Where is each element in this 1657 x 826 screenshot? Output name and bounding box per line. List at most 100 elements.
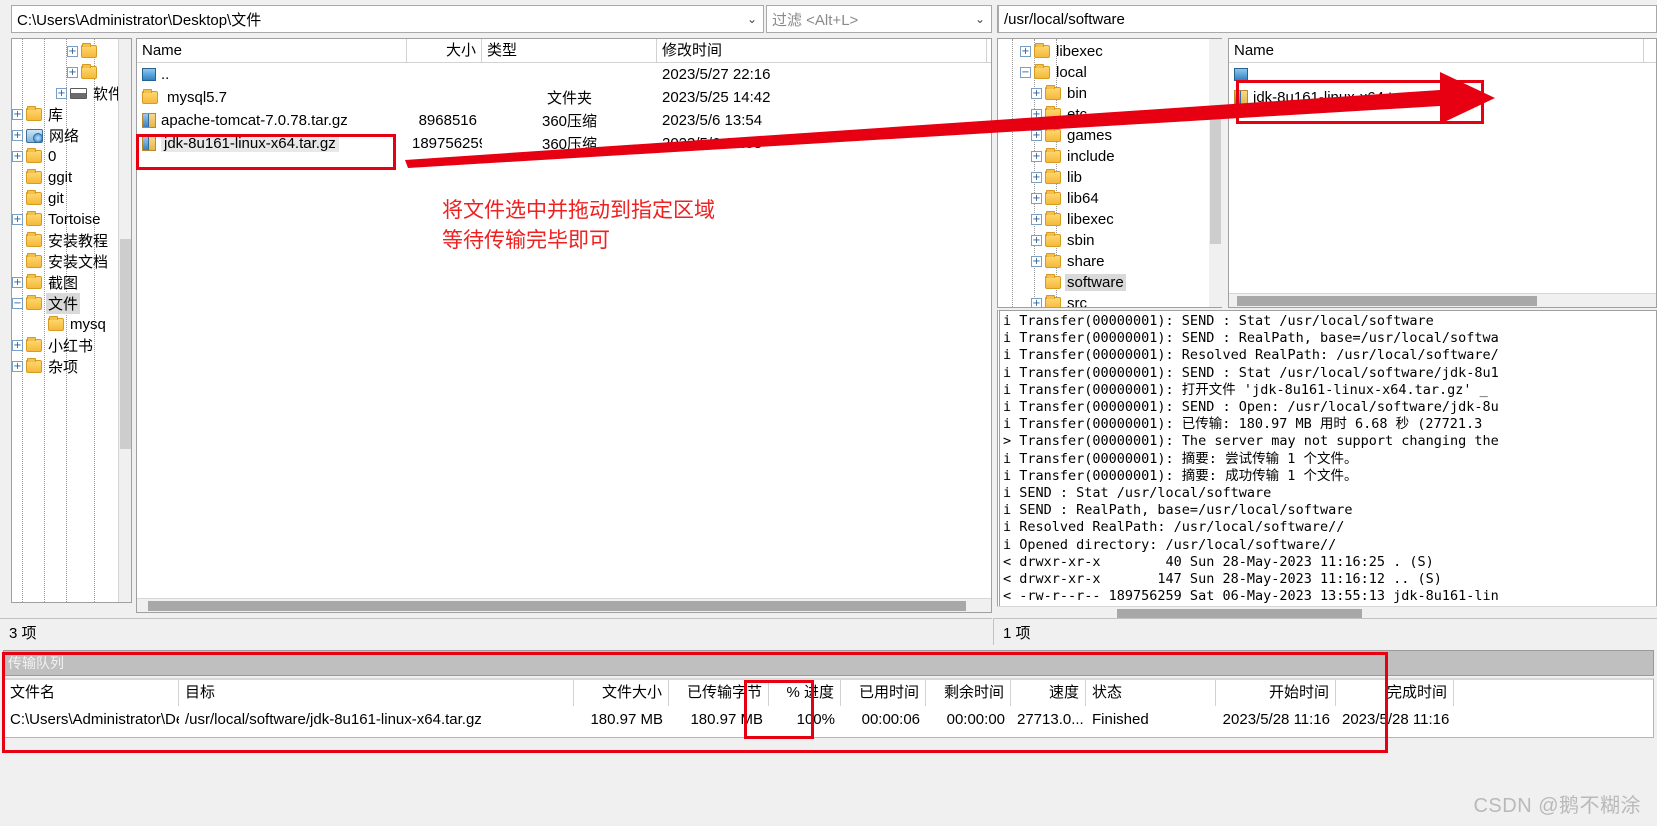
tree-item-软件 ([interactable]: + 软件 ( bbox=[12, 83, 131, 104]
expand-icon[interactable]: + bbox=[1031, 109, 1042, 120]
table-row[interactable]: .. 2023/5/27 22:16 bbox=[137, 63, 991, 86]
file-name-cell[interactable]: jdk-8u161-linux-x64.tar.gz bbox=[1229, 89, 1644, 106]
queue-column-header-状态[interactable]: 状态 bbox=[1086, 680, 1216, 706]
filter-input[interactable]: 过滤 <Alt+L> ⌄ bbox=[766, 5, 992, 33]
expand-icon[interactable]: + bbox=[1031, 256, 1042, 267]
queue-column-header-开始时间[interactable]: 开始时间 bbox=[1216, 680, 1336, 706]
tree-item-git[interactable]: git bbox=[12, 188, 131, 209]
tree-item-安装文档[interactable]: 安装文档 bbox=[12, 251, 131, 272]
expand-icon[interactable]: + bbox=[67, 67, 78, 78]
column-header-修改时间[interactable]: 修改时间 bbox=[657, 38, 987, 63]
expand-icon[interactable]: + bbox=[12, 109, 23, 120]
column-header-类型[interactable]: 类型 bbox=[482, 38, 657, 63]
remote-list-horizontal-scrollbar[interactable] bbox=[1229, 293, 1656, 307]
local-path-input[interactable]: C:\Users\Administrator\Desktop\文件 ⌄ bbox=[11, 5, 764, 33]
queue-column-header-剩余时间[interactable]: 剩余时间 bbox=[926, 680, 1011, 706]
table-row[interactable]: apache-tomcat-7.0.78.tar.gz 8968516 360压缩 2… bbox=[137, 109, 991, 132]
tree-item-node-1[interactable]: + bbox=[12, 62, 131, 83]
tree-item-杂项[interactable]: + 杂项 bbox=[12, 356, 131, 377]
chevron-down-icon[interactable]: ⌄ bbox=[969, 12, 991, 26]
local-file-list-body[interactable]: .. 2023/5/27 22:16 mysql5.7 文件夹 2023/5/25 14… bbox=[137, 63, 991, 155]
expand-icon[interactable]: + bbox=[12, 214, 23, 225]
file-name-cell[interactable]: apache-tomcat-7.0.78.tar.gz bbox=[137, 112, 407, 129]
tree-item-Tortoise[interactable]: + Tortoise bbox=[12, 209, 131, 230]
expand-icon[interactable]: + bbox=[1031, 235, 1042, 246]
remote-tree-item-libexec[interactable]: + libexec bbox=[998, 209, 1222, 230]
file-name-cell[interactable]: mysql5.7 bbox=[137, 89, 407, 106]
tree-item-mysq[interactable]: mysq bbox=[12, 314, 131, 335]
remote-file-list[interactable]: Name jdk-8u161-linux-x64.tar.gz bbox=[1228, 38, 1657, 308]
tree-item-库[interactable]: + 库 bbox=[12, 104, 131, 125]
queue-row[interactable]: C:\Users\Administrator\De... /usr/local/s… bbox=[4, 706, 1653, 732]
queue-column-header-已传输字节[interactable]: 已传输字节 bbox=[669, 680, 769, 706]
table-row[interactable] bbox=[1229, 63, 1656, 86]
remote-tree-item-games[interactable]: + games bbox=[998, 125, 1222, 146]
expand-icon[interactable]: + bbox=[56, 88, 67, 99]
scrollbar-thumb[interactable] bbox=[1237, 296, 1537, 306]
scrollbar-thumb[interactable] bbox=[148, 601, 966, 611]
tree-item-node-0[interactable]: + bbox=[12, 41, 131, 62]
expand-icon[interactable]: + bbox=[12, 130, 23, 141]
remote-path-input[interactable]: /usr/local/software bbox=[997, 5, 1657, 33]
local-file-list[interactable]: Name 大小 类型 修改时间 .. 2023/5/27 22:16 mysql5.7 文件… bbox=[136, 38, 992, 613]
column-header-大小[interactable]: 大小 bbox=[407, 38, 482, 63]
file-name-cell[interactable]: jdk-8u161-linux-x64.tar.gz bbox=[137, 135, 407, 152]
tree-item-小红书[interactable]: + 小红书 bbox=[12, 335, 131, 356]
expand-icon[interactable]: + bbox=[1031, 298, 1042, 307]
queue-column-header-速度[interactable]: 速度 bbox=[1011, 680, 1086, 706]
queue-column-header-文件名[interactable]: 文件名 bbox=[4, 680, 179, 706]
remote-tree-item-src[interactable]: + src bbox=[998, 293, 1222, 307]
tree-item-0[interactable]: +0 bbox=[12, 146, 131, 167]
collapse-icon[interactable]: − bbox=[12, 298, 23, 309]
collapse-icon[interactable]: − bbox=[1020, 67, 1031, 78]
expand-icon[interactable]: + bbox=[1031, 88, 1042, 99]
remote-tree-vertical-scrollbar[interactable] bbox=[1209, 39, 1222, 307]
expand-icon[interactable]: + bbox=[1020, 46, 1031, 57]
expand-icon[interactable]: + bbox=[1031, 193, 1042, 204]
queue-column-header-目标[interactable]: 目标 bbox=[179, 680, 574, 706]
expand-icon[interactable]: + bbox=[67, 46, 78, 57]
expand-icon[interactable]: + bbox=[1031, 214, 1042, 225]
tree-item-网络[interactable]: + 网络 bbox=[12, 125, 131, 146]
remote-directory-tree[interactable]: + libexec − local + bin + etc + games + include + lib… bbox=[997, 38, 1222, 308]
scrollbar-thumb[interactable] bbox=[1210, 109, 1221, 244]
expand-icon[interactable]: + bbox=[12, 151, 23, 162]
tree-item-ggit[interactable]: ggit bbox=[12, 167, 131, 188]
expand-icon[interactable]: + bbox=[1031, 172, 1042, 183]
tree-item-安装教程[interactable]: 安装教程 bbox=[12, 230, 131, 251]
remote-file-list-body[interactable]: jdk-8u161-linux-x64.tar.gz bbox=[1229, 63, 1656, 109]
remote-tree-item-sbin[interactable]: + sbin bbox=[998, 230, 1222, 251]
expand-icon[interactable]: + bbox=[1031, 151, 1042, 162]
remote-tree-item-libexec[interactable]: + libexec bbox=[998, 41, 1222, 62]
expand-icon[interactable]: + bbox=[12, 361, 23, 372]
remote-tree-item-software[interactable]: software bbox=[998, 272, 1222, 293]
remote-tree-item-bin[interactable]: + bin bbox=[998, 83, 1222, 104]
remote-tree-item-local[interactable]: − local bbox=[998, 62, 1222, 83]
local-tree-vertical-scrollbar[interactable] bbox=[118, 39, 131, 602]
column-header-Name[interactable]: Name bbox=[137, 38, 407, 63]
table-row[interactable]: jdk-8u161-linux-x64.tar.gz 189756259 360压缩… bbox=[137, 132, 991, 155]
remote-tree-item-share[interactable]: + share bbox=[998, 251, 1222, 272]
queue-column-header-已用时间[interactable]: 已用时间 bbox=[841, 680, 926, 706]
table-row[interactable]: jdk-8u161-linux-x64.tar.gz bbox=[1229, 86, 1656, 109]
transfer-queue-table[interactable]: 文件名 目标 文件大小 已传输字节% 进度 已用时间 剩余时间 速度 状态 开始时间 完成时间 C… bbox=[3, 678, 1654, 738]
column-header-Name[interactable]: Name bbox=[1229, 38, 1644, 63]
remote-tree-item-etc[interactable]: + etc bbox=[998, 104, 1222, 125]
local-list-horizontal-scrollbar[interactable] bbox=[137, 598, 991, 612]
queue-column-header-文件大小[interactable]: 文件大小 bbox=[574, 680, 669, 706]
queue-column-header-完成时间[interactable]: 完成时间 bbox=[1336, 680, 1454, 706]
tree-item-文件[interactable]: − 文件 bbox=[12, 293, 131, 314]
remote-tree-item-lib[interactable]: + lib bbox=[998, 167, 1222, 188]
remote-tree-item-lib64[interactable]: + lib64 bbox=[998, 188, 1222, 209]
file-name-cell[interactable] bbox=[1229, 68, 1644, 81]
table-row[interactable]: mysql5.7 文件夹 2023/5/25 14:42 bbox=[137, 86, 991, 109]
scrollbar-thumb[interactable] bbox=[120, 239, 131, 449]
session-log-pane[interactable]: i Transfer(00000001): SEND : Stat /usr/l… bbox=[997, 310, 1657, 613]
file-name-cell[interactable]: .. bbox=[137, 66, 407, 83]
queue-column-header-% 进度[interactable]: % 进度 bbox=[769, 680, 841, 706]
remote-tree-item-include[interactable]: + include bbox=[998, 146, 1222, 167]
chevron-down-icon[interactable]: ⌄ bbox=[741, 12, 763, 26]
transfer-queue-body[interactable]: C:\Users\Administrator\De... /usr/local/s… bbox=[4, 706, 1653, 732]
expand-icon[interactable]: + bbox=[1031, 130, 1042, 141]
local-directory-tree[interactable]: + + + 软件 (+ 库 + 网络 +0 ggit git + Tortoise 安装教程 安装文档 + 截… bbox=[11, 38, 132, 603]
